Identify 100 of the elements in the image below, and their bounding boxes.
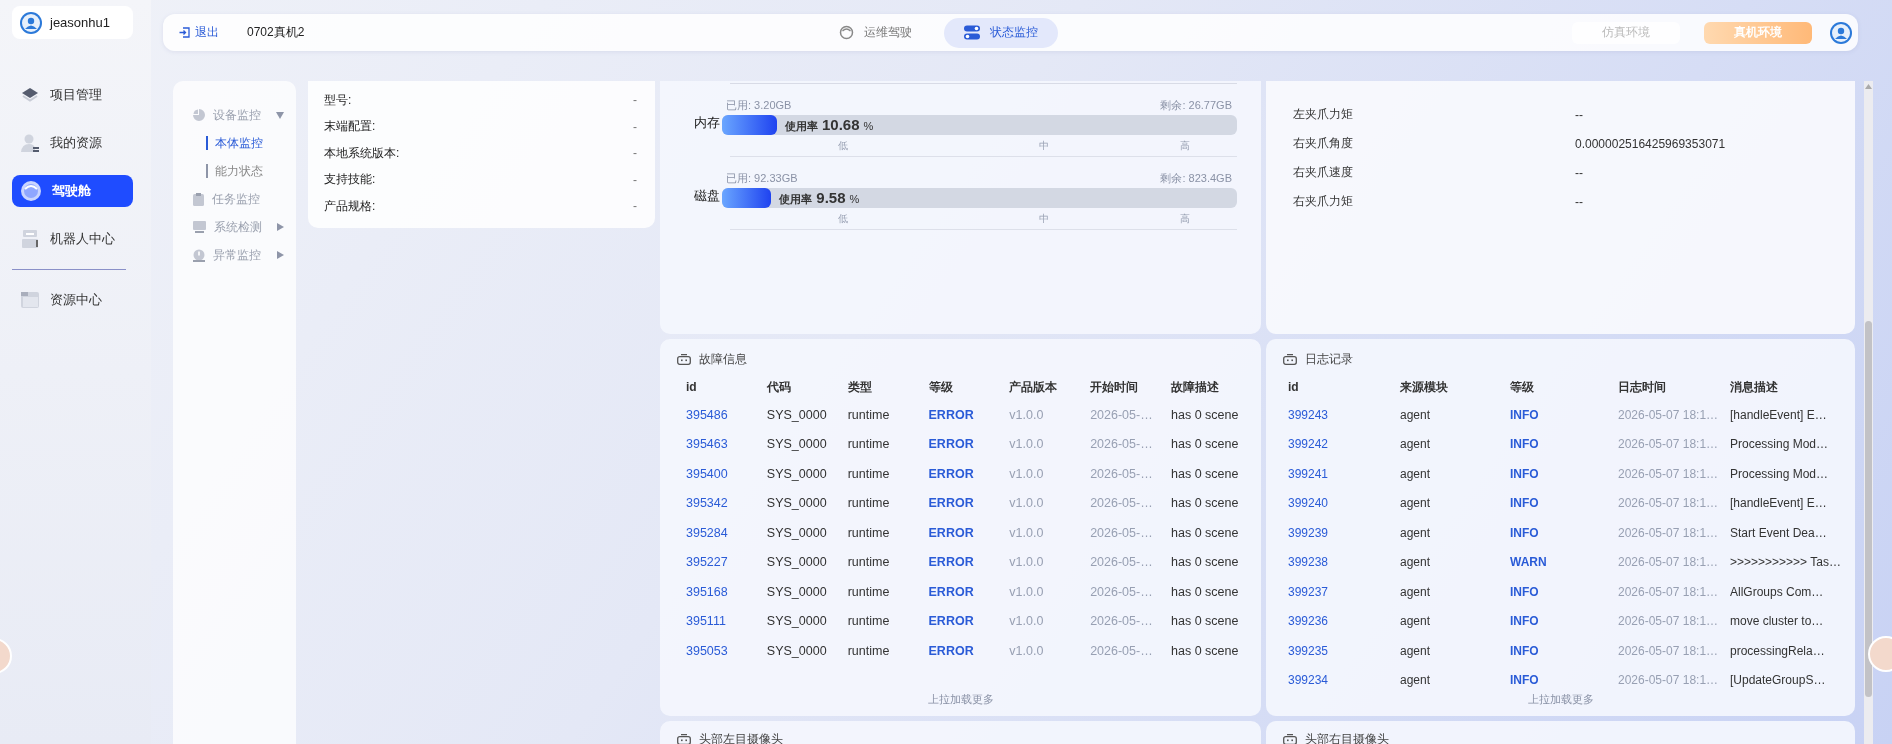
scrollbar-thumb[interactable] xyxy=(1865,321,1872,697)
id-link[interactable]: 399243 xyxy=(1288,407,1329,422)
nav-item[interactable]: 项目管理 xyxy=(12,79,133,111)
menu-item[interactable]: 本体监控 xyxy=(173,129,296,157)
table-cell: 2026-05-07 18:1… xyxy=(1618,496,1719,511)
id-link[interactable]: 399237 xyxy=(1288,584,1329,599)
table-cell: has 0 scene xyxy=(1171,496,1239,511)
field-label: 支持技能: xyxy=(324,171,376,189)
table-cell: 2026-05-… xyxy=(1090,643,1153,658)
table-cell: 2026-05-… xyxy=(1090,437,1153,452)
table-cell: has 0 scene xyxy=(1171,643,1239,658)
column-header: 类型 xyxy=(847,374,929,400)
table-cell: 2026-05-… xyxy=(1090,614,1153,629)
menu-label: 任务监控 xyxy=(212,190,260,208)
table-cell: Processing Mod… xyxy=(1730,437,1829,452)
id-link[interactable]: 399241 xyxy=(1288,466,1329,481)
scale-label: 中 xyxy=(1038,212,1051,226)
nav-item[interactable]: 机器人中心 xyxy=(12,223,133,255)
field-value: -- xyxy=(1575,194,1584,209)
table-cell: runtime xyxy=(847,555,890,570)
table-cell: SYS_0000 xyxy=(766,496,827,511)
id-link[interactable]: 399240 xyxy=(1288,496,1329,511)
id-link[interactable]: 399238 xyxy=(1288,555,1329,570)
alert-icon xyxy=(193,248,205,262)
id-link[interactable]: 395227 xyxy=(686,555,728,570)
robot-icon xyxy=(677,734,691,744)
table-cell: runtime xyxy=(847,525,890,540)
scroll-up-icon[interactable] xyxy=(1865,84,1872,89)
avatar-icon[interactable] xyxy=(1830,21,1852,44)
id-link[interactable]: 399234 xyxy=(1288,673,1329,688)
table-cell: agent xyxy=(1400,437,1431,452)
card-title: 头部左目摄像头 xyxy=(699,731,783,744)
column-header: 故障描述 xyxy=(1171,378,1221,396)
menu-label: 系统检测 xyxy=(214,218,262,236)
remaining-text: 剩余: 26.77GB xyxy=(1160,98,1232,111)
table-cell: has 0 scene xyxy=(1171,466,1239,481)
card-title: 故障信息 xyxy=(699,351,747,368)
table-cell: agent xyxy=(1400,614,1431,629)
id-link[interactable]: 399236 xyxy=(1288,614,1329,629)
column-header: id xyxy=(1288,374,1400,400)
field-value: -- xyxy=(1575,165,1584,180)
table-cell: move cluster to… xyxy=(1730,614,1824,629)
table-cell: [UpdateGroupS… xyxy=(1730,673,1826,688)
table-cell: ERROR xyxy=(928,525,974,540)
table-cell: SYS_0000 xyxy=(766,643,827,658)
clipboard-icon xyxy=(193,192,204,206)
table-cell: ERROR xyxy=(928,437,974,452)
user-icon xyxy=(20,133,40,153)
table-cell: v1.0.0 xyxy=(1009,584,1044,599)
id-link[interactable]: 395111 xyxy=(686,614,726,629)
table-cell: has 0 scene xyxy=(1171,525,1239,540)
column-header: 产品版本 xyxy=(1009,374,1091,400)
table-cell: runtime xyxy=(847,584,890,599)
table-cell: ERROR xyxy=(928,466,974,481)
nav-item[interactable]: 驾驶舱 xyxy=(12,175,133,207)
id-link[interactable]: 395486 xyxy=(686,407,728,422)
column-header: 来源模块 xyxy=(1400,374,1510,400)
table-cell: v1.0.0 xyxy=(1009,525,1044,540)
id-link[interactable]: 395168 xyxy=(686,584,728,599)
table-cell: WARN xyxy=(1510,555,1547,570)
table-cell: ERROR xyxy=(928,555,974,570)
table-cell: has 0 scene xyxy=(1171,407,1239,422)
table-cell: 2026-05-07 18:1… xyxy=(1618,437,1719,452)
nav-item[interactable]: 资源中心 xyxy=(12,284,133,316)
id-link[interactable]: 395053 xyxy=(686,643,728,658)
table-cell: INFO xyxy=(1510,496,1539,511)
load-more-text: 上拉加载更多 xyxy=(927,692,994,707)
table-cell: processingRela… xyxy=(1730,643,1825,658)
user-name: jeasonhu1 xyxy=(50,15,110,30)
id-link[interactable]: 395463 xyxy=(686,437,728,452)
table-cell: 2026-05-07 18:1… xyxy=(1618,525,1719,540)
table-cell: INFO xyxy=(1510,466,1539,481)
column-header: 消息描述 xyxy=(1730,378,1779,396)
mode-tab[interactable]: 运维驾驶 xyxy=(818,17,932,48)
logout-link[interactable]: 退出 xyxy=(179,24,219,41)
id-link[interactable]: 399239 xyxy=(1288,525,1329,540)
field-label: 右夹爪速度 xyxy=(1293,164,1354,181)
scale-label: 低 xyxy=(836,212,849,226)
monitor-icon xyxy=(193,221,206,233)
table-cell: v1.0.0 xyxy=(1009,496,1044,511)
table-cell: agent xyxy=(1400,466,1431,481)
table-cell: runtime xyxy=(847,437,890,452)
table-cell: 2026-05-07 18:1… xyxy=(1618,555,1719,570)
mode-tab[interactable]: 状态监控 xyxy=(943,17,1058,48)
robot-icon xyxy=(1283,734,1297,744)
nav-item[interactable]: 我的资源 xyxy=(12,127,133,159)
table-cell: 2026-05-07 18:1… xyxy=(1618,614,1719,629)
id-link[interactable]: 395284 xyxy=(686,525,728,540)
table-cell: has 0 scene xyxy=(1171,584,1239,599)
id-link[interactable]: 399235 xyxy=(1288,643,1329,658)
id-link[interactable]: 395400 xyxy=(686,466,728,481)
avatar-icon[interactable] xyxy=(20,11,42,34)
menu-item[interactable]: 能力状态 xyxy=(173,157,296,185)
table-cell: runtime xyxy=(847,407,890,422)
table-cell: has 0 scene xyxy=(1171,614,1239,629)
field-label: 右夹爪角度 xyxy=(1293,135,1354,152)
id-link[interactable]: 395342 xyxy=(686,496,728,511)
robot-icon xyxy=(677,354,691,365)
menu-label: 异常监控 xyxy=(213,246,261,264)
id-link[interactable]: 399242 xyxy=(1288,437,1329,452)
